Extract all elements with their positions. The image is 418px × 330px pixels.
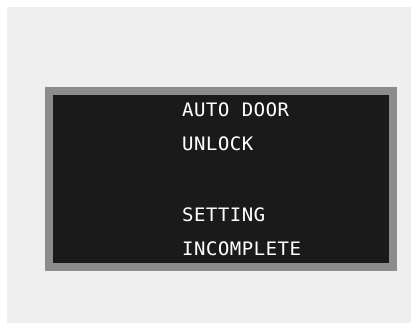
display-line-incomplete: INCOMPLETE	[182, 238, 302, 260]
display-line-auto-door: AUTO DOOR	[182, 99, 290, 121]
display-screen: AUTO DOOR UNLOCK SETTING INCOMPLETE	[53, 95, 389, 263]
page: AUTO DOOR UNLOCK SETTING INCOMPLETE	[0, 0, 418, 330]
display-line-unlock: UNLOCK	[182, 133, 254, 155]
display-bezel: AUTO DOOR UNLOCK SETTING INCOMPLETE	[45, 87, 397, 271]
display-line-setting: SETTING	[182, 204, 266, 226]
background-panel: AUTO DOOR UNLOCK SETTING INCOMPLETE	[7, 7, 411, 323]
